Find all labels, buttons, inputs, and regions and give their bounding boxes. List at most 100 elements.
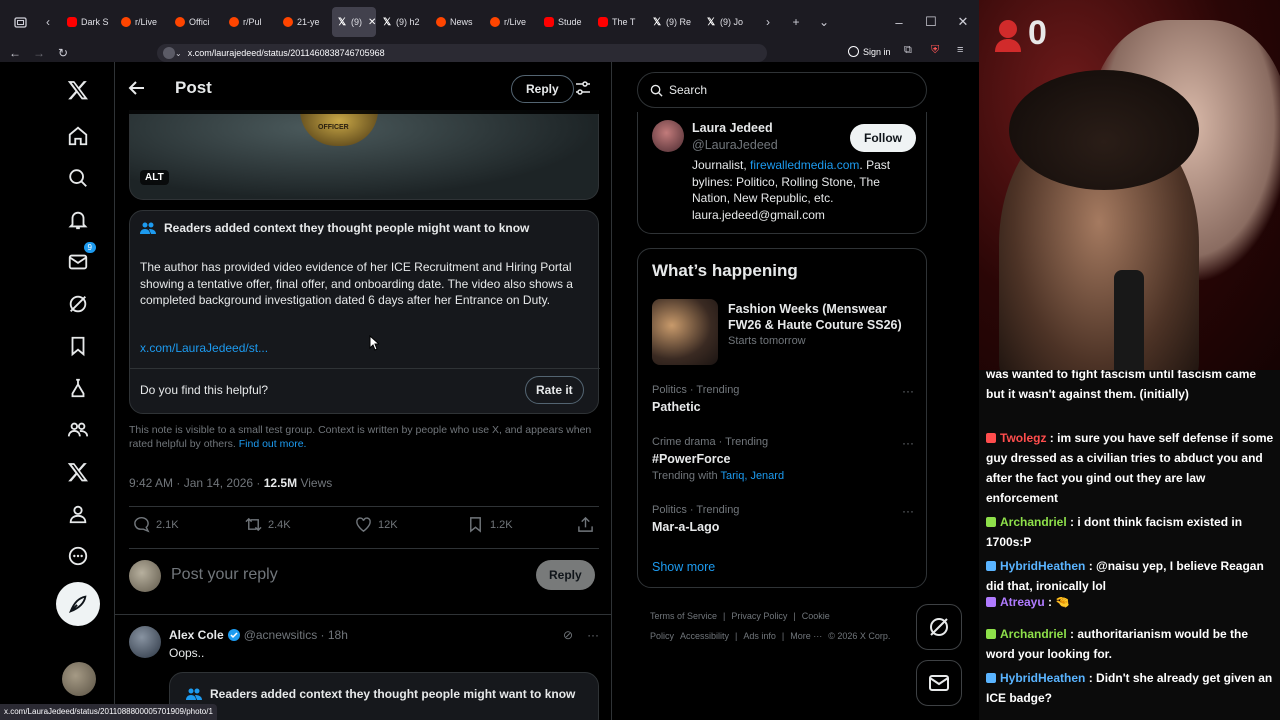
compose-post-button[interactable] [56, 582, 100, 626]
search-input[interactable]: Search [637, 72, 927, 108]
communities-icon[interactable] [64, 416, 92, 444]
bookmark-action[interactable]: 1.2K [467, 516, 513, 533]
more-icon[interactable] [64, 542, 92, 570]
jobs-icon[interactable] [64, 374, 92, 402]
chat-username[interactable]: Twolegz [1000, 431, 1046, 445]
footer-separator: | [793, 611, 796, 621]
tabs-scroll-left-icon[interactable]: ‹ [34, 8, 62, 36]
back-arrow-icon[interactable] [127, 78, 147, 98]
x-logo-icon[interactable] [64, 76, 92, 104]
profile-name[interactable]: Laura Jedeed [692, 121, 773, 135]
footer-link[interactable]: Ads info [743, 631, 776, 641]
tab-list-icon[interactable]: ⌄ [810, 8, 838, 36]
reply-submit-button[interactable]: Reply [536, 560, 595, 590]
extensions-icon[interactable]: ⧉ [904, 44, 912, 57]
trend-item[interactable]: Politics · Trending Mar-a-Lago ··· [652, 504, 914, 534]
forward-icon[interactable]: → [27, 46, 51, 60]
browser-tab[interactable]: News [431, 7, 484, 37]
post-time[interactable]: 9:42 AM · Jan 14, 2026 · [129, 476, 264, 490]
alt-text-button[interactable]: ALT [140, 170, 169, 185]
find-out-more-link[interactable]: Find out more. [239, 438, 307, 450]
reply-author-avatar[interactable] [129, 626, 161, 658]
bio-link[interactable]: firewalledmedia.com [750, 158, 859, 172]
browser-tab[interactable]: Offici [170, 7, 223, 37]
footer-link[interactable]: © 2026 X Corp. [828, 631, 890, 641]
browser-tab[interactable]: The T [593, 7, 646, 37]
bookmarks-icon[interactable] [64, 332, 92, 360]
browser-tab[interactable]: r/Live [485, 7, 538, 37]
browser-tab[interactable]: r/Live [116, 7, 169, 37]
filter-settings-icon[interactable] [575, 80, 591, 101]
browser-tab[interactable]: 𝕏 (9) Re [647, 7, 700, 37]
messages-floating-button[interactable] [916, 660, 962, 706]
messages-icon[interactable]: 9 [64, 242, 96, 276]
footer-link[interactable]: Privacy Policy [731, 611, 787, 621]
chat-username[interactable]: HybridHeathen [1000, 559, 1085, 573]
post-media-image[interactable]: OFFICER ALT [129, 110, 599, 200]
badge-text: OFFICER [318, 124, 349, 131]
site-info-icon[interactable] [163, 47, 175, 59]
featured-event-image[interactable] [652, 299, 718, 365]
header-reply-button[interactable]: Reply [511, 75, 574, 103]
close-tab-icon[interactable]: ✕ [368, 17, 376, 28]
maximize-icon[interactable]: ☐ [915, 14, 947, 30]
reply-action[interactable]: 2.1K [133, 516, 179, 533]
rate-it-button[interactable]: Rate it [525, 376, 584, 404]
browser-tab[interactable]: Dark S [62, 7, 115, 37]
chat-badge-icon [986, 517, 996, 527]
chat-username[interactable]: Atreayu [1000, 595, 1045, 609]
grok-floating-button[interactable] [916, 604, 962, 650]
url-bar[interactable]: ⌄ x.com/laurajedeed/status/2011460838746… [157, 44, 767, 62]
trend-item[interactable]: Politics · Trending Pathetic ··· [652, 384, 914, 414]
youtube-icon [598, 17, 608, 27]
footer-link[interactable]: More ··· [790, 631, 822, 641]
premium-x-icon[interactable] [64, 458, 92, 486]
profile-avatar[interactable] [652, 120, 684, 152]
footer-link[interactable]: Terms of Service [650, 611, 717, 621]
repost-action[interactable]: 2.4K [245, 516, 291, 533]
reply-input[interactable]: Post your reply [171, 566, 278, 584]
like-action[interactable]: 12K [355, 516, 398, 533]
browser-tab[interactable]: 21-ye [278, 7, 331, 37]
close-window-icon[interactable]: ✕ [947, 14, 979, 30]
more-options-icon[interactable]: ··· [902, 504, 914, 518]
chat-username[interactable]: Archandriel [1000, 627, 1067, 641]
reply-author-name[interactable]: Alex Cole [169, 628, 224, 642]
chat-username[interactable]: Archandriel [1000, 515, 1067, 529]
trend-related-links[interactable]: Tariq, Jenard [720, 470, 784, 482]
browser-tab[interactable]: 𝕏 (9) h2 [377, 7, 430, 37]
featured-event-subtitle: Starts tomorrow [728, 335, 806, 347]
show-more-link[interactable]: Show more [652, 560, 715, 574]
chat-username[interactable]: HybridHeathen [1000, 671, 1085, 685]
follow-button[interactable]: Follow [850, 124, 916, 152]
extension-badge-icon[interactable]: ⛨ [931, 44, 939, 57]
sign-in-button[interactable]: Sign in [848, 46, 891, 57]
notifications-icon[interactable] [64, 206, 92, 234]
menu-icon[interactable]: ≡ [957, 44, 963, 56]
footer-link[interactable]: Accessibility [680, 631, 729, 641]
more-options-icon[interactable]: ··· [902, 436, 914, 450]
more-options-icon[interactable]: ··· [902, 384, 914, 398]
chevron-down-icon[interactable]: ⌄ [175, 49, 182, 58]
home-icon[interactable] [64, 122, 92, 150]
back-icon[interactable]: ← [3, 46, 27, 60]
explore-icon[interactable] [64, 164, 92, 192]
browser-tab[interactable]: Stude [539, 7, 592, 37]
minimize-icon[interactable]: – [883, 15, 915, 30]
tab-overview-icon[interactable] [6, 8, 34, 36]
more-options-icon[interactable]: ··· [587, 628, 599, 642]
grok-icon[interactable]: ⊘ [563, 628, 573, 642]
profile-icon[interactable] [64, 500, 92, 528]
trend-item[interactable]: Crime drama · Trending #PowerForce Trend… [652, 436, 914, 482]
grok-icon[interactable] [64, 290, 92, 318]
tabs-scroll-right-icon[interactable]: › [754, 8, 782, 36]
browser-tab[interactable]: 𝕏 (9) ✕ [332, 7, 376, 37]
browser-tab[interactable]: 𝕏 (9) Jo [701, 7, 754, 37]
reload-icon[interactable]: ↻ [51, 46, 75, 60]
community-note-link[interactable]: x.com/LauraJedeed/st... [140, 341, 268, 355]
share-action[interactable] [577, 516, 594, 533]
featured-event-title[interactable]: Fashion Weeks (Menswear FW26 & Haute Cou… [728, 301, 918, 333]
browser-tab[interactable]: r/Pul [224, 7, 277, 37]
new-tab-icon[interactable]: + [782, 8, 810, 36]
account-avatar[interactable] [62, 662, 96, 696]
